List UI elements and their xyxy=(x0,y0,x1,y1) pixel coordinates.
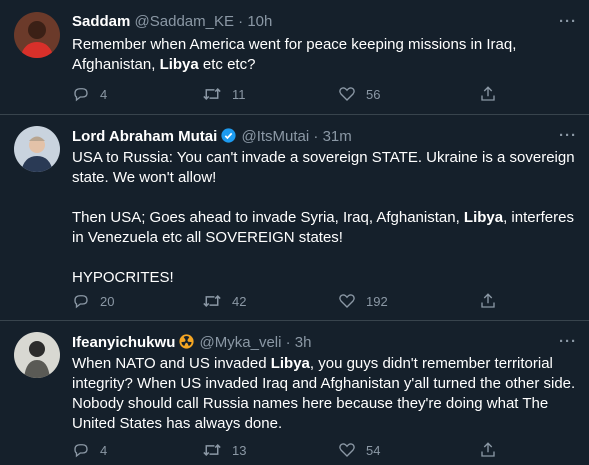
action-bar: 20 42 192 xyxy=(72,291,502,311)
tweet-text: USA to Russia: You can't invade a sovere… xyxy=(72,148,582,288)
retweet-count: 13 xyxy=(232,442,247,458)
avatar[interactable] xyxy=(14,12,60,58)
share-icon xyxy=(481,293,495,308)
text-segment: etc etc? xyxy=(198,56,256,73)
text-segment: Remember when America went for peace kee… xyxy=(72,36,520,73)
retweet-icon xyxy=(203,444,221,456)
highlight-term: Libya xyxy=(270,355,310,372)
retweet-button[interactable]: 13 xyxy=(202,440,246,460)
like-button[interactable]: 192 xyxy=(338,291,388,311)
author-handle[interactable]: @Myka_veli xyxy=(200,334,282,351)
retweet-count: 42 xyxy=(232,293,247,309)
reply-count: 4 xyxy=(100,442,108,458)
action-bar: 4 13 54 xyxy=(72,440,502,460)
timestamp[interactable]: 31m xyxy=(323,128,352,145)
more-options-button[interactable]: ··· xyxy=(559,127,577,145)
share-button[interactable] xyxy=(479,440,497,460)
like-button[interactable]: 56 xyxy=(338,84,380,104)
action-bar: 4 11 56 xyxy=(72,84,502,104)
reply-icon xyxy=(74,88,88,102)
author-handle[interactable]: @ItsMutai xyxy=(241,128,309,145)
reply-icon xyxy=(74,444,88,458)
reply-button[interactable]: 20 xyxy=(72,291,114,311)
retweet-button[interactable]: 11 xyxy=(202,84,246,104)
retweet-count: 11 xyxy=(232,86,246,102)
reply-count: 4 xyxy=(100,86,108,102)
author-name[interactable]: Ifeanyichukwu xyxy=(72,334,175,351)
heart-icon xyxy=(339,443,355,457)
separator: · xyxy=(313,128,319,145)
reply-icon xyxy=(74,295,88,309)
retweet-button[interactable]: 42 xyxy=(202,291,246,311)
text-segment: When NATO and US invaded xyxy=(72,355,271,372)
tweet-text: Remember when America went for peace kee… xyxy=(72,35,582,75)
like-count: 54 xyxy=(366,442,381,458)
highlight-term: Libya xyxy=(159,56,199,73)
verified-badge-icon xyxy=(220,127,237,149)
reply-button[interactable]: 4 xyxy=(72,440,107,460)
like-count: 192 xyxy=(366,293,388,309)
like-count: 56 xyxy=(366,86,381,102)
share-button[interactable] xyxy=(479,84,497,104)
author-name[interactable]: Saddam xyxy=(72,13,130,30)
timestamp[interactable]: 10h xyxy=(247,13,272,30)
share-icon xyxy=(481,442,495,457)
more-options-button[interactable]: ··· xyxy=(559,13,577,31)
separator: · xyxy=(285,334,291,351)
avatar[interactable] xyxy=(14,126,60,172)
share-icon xyxy=(481,86,495,101)
retweet-icon xyxy=(203,88,221,100)
separator: · xyxy=(238,13,244,30)
avatar[interactable] xyxy=(14,332,60,378)
timeline: Saddam @Saddam_KE · 10h ··· Remember whe… xyxy=(0,0,589,465)
like-button[interactable]: 54 xyxy=(338,440,380,460)
highlight-term: Libya xyxy=(463,209,504,226)
tweet[interactable]: Lord Abraham Mutai @ItsMutai · 31m ··· U… xyxy=(0,115,589,321)
timestamp[interactable]: 3h xyxy=(295,334,312,351)
share-button[interactable] xyxy=(479,291,497,311)
heart-icon xyxy=(339,87,355,101)
reply-button[interactable]: 4 xyxy=(72,84,107,104)
tweet[interactable]: Saddam @Saddam_KE · 10h ··· Remember whe… xyxy=(0,0,589,115)
heart-icon xyxy=(339,294,355,308)
tweet-text: When NATO and US invaded Libya, you guys… xyxy=(72,354,582,434)
radioactive-icon xyxy=(178,333,195,355)
author-name[interactable]: Lord Abraham Mutai xyxy=(72,128,217,145)
retweet-icon xyxy=(203,295,221,307)
reply-count: 20 xyxy=(100,293,115,309)
more-options-button[interactable]: ··· xyxy=(559,333,577,351)
author-handle[interactable]: @Saddam_KE xyxy=(135,13,234,30)
tweet[interactable]: Ifeanyichukwu @Myka_veli · 3h ··· When N… xyxy=(0,321,589,465)
